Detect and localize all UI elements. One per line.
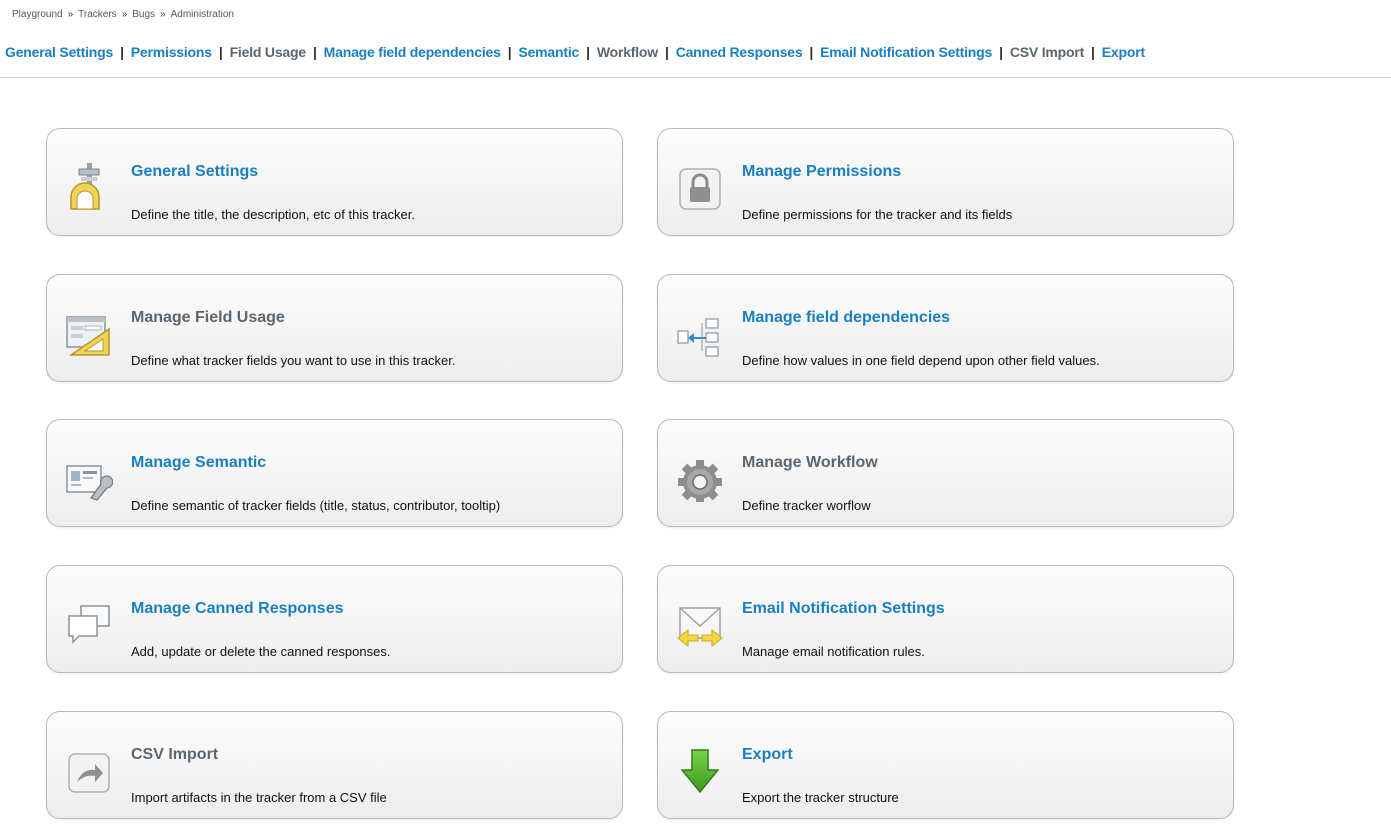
nav-field-usage[interactable]: Field Usage: [230, 44, 307, 60]
dependencies-icon: [676, 309, 724, 357]
card-description: Define how values in one field depend up…: [742, 353, 1100, 368]
card-title[interactable]: CSV Import: [131, 746, 218, 764]
card-manage-workflow[interactable]: Manage Workflow Define tracker worflow: [657, 419, 1234, 527]
lock-icon: [676, 163, 724, 211]
form-ruler-icon: [65, 309, 113, 357]
card-title[interactable]: Manage Field Usage: [131, 309, 285, 327]
card-title[interactable]: General Settings: [131, 163, 258, 181]
nav-separator: |: [809, 44, 814, 60]
nav-separator: |: [120, 44, 124, 60]
breadcrumb-separator: »: [160, 9, 166, 20]
card-manage-semantic[interactable]: Manage Semantic Define semantic of track…: [46, 419, 623, 527]
nav-export[interactable]: Export: [1102, 44, 1145, 60]
nav-workflow[interactable]: Workflow: [597, 44, 658, 60]
breadcrumb: Playground » Trackers » Bugs » Administration: [12, 9, 234, 20]
card-description: Define what tracker fields you want to u…: [131, 353, 456, 368]
nav-manage-field-dependencies[interactable]: Manage field dependencies: [324, 44, 501, 60]
card-general-settings[interactable]: General Settings Define the title, the d…: [46, 128, 623, 236]
breadcrumb-item-trackers[interactable]: Trackers: [78, 9, 117, 20]
nav-separator: |: [999, 44, 1003, 60]
card-description: Add, update or delete the canned respons…: [131, 644, 391, 659]
card-manage-field-dependencies[interactable]: Manage field dependencies Define how val…: [657, 274, 1234, 382]
nav-canned-responses[interactable]: Canned Responses: [676, 44, 803, 60]
breadcrumb-separator: »: [67, 9, 74, 20]
card-description: Define permissions for the tracker and i…: [742, 207, 1013, 222]
import-arrow-icon: [65, 746, 113, 794]
card-title[interactable]: Manage field dependencies: [742, 309, 950, 327]
nav-separator: |: [586, 44, 590, 60]
card-description: Import artifacts in the tracker from a C…: [131, 790, 387, 805]
nav-csv-import[interactable]: CSV Import: [1010, 44, 1084, 60]
card-email-notification-settings[interactable]: Email Notification Settings Manage email…: [657, 565, 1234, 673]
card-description: Define the title, the description, etc o…: [131, 207, 415, 222]
id-card-wrench-icon: [65, 454, 114, 502]
nav-separator: |: [664, 44, 669, 60]
breadcrumb-separator: »: [121, 9, 128, 20]
envelope-arrows-icon: [676, 600, 724, 648]
card-manage-canned-responses[interactable]: Manage Canned Responses Add, update or d…: [46, 565, 623, 673]
card-title[interactable]: Email Notification Settings: [742, 600, 945, 618]
speech-bubbles-icon: [65, 600, 113, 648]
card-description: Define semantic of tracker fields (title…: [131, 498, 501, 513]
nav-general-settings[interactable]: General Settings: [5, 44, 113, 60]
nav-semantic[interactable]: Semantic: [518, 44, 579, 60]
card-manage-field-usage[interactable]: Manage Field Usage Define what tracker f…: [46, 274, 623, 382]
card-title[interactable]: Export: [742, 746, 793, 764]
green-down-arrow-icon: [676, 746, 724, 794]
card-description: Export the tracker structure: [742, 790, 899, 805]
card-title[interactable]: Manage Semantic: [131, 454, 266, 472]
nav-separator: |: [507, 44, 512, 60]
card-title[interactable]: Manage Canned Responses: [131, 600, 344, 618]
nav-separator: |: [218, 44, 223, 60]
card-description: Manage email notification rules.: [742, 644, 925, 659]
card-description: Define tracker worflow: [742, 498, 871, 513]
card-export[interactable]: Export Export the tracker structure: [657, 711, 1234, 819]
nav-separator: |: [1091, 44, 1095, 60]
breadcrumb-item-administration[interactable]: Administration: [171, 9, 234, 20]
card-manage-permissions[interactable]: Manage Permissions Define permissions fo…: [657, 128, 1234, 236]
breadcrumb-item-playground[interactable]: Playground: [12, 9, 63, 20]
nav-email-notification-settings[interactable]: Email Notification Settings: [820, 44, 992, 60]
card-title[interactable]: Manage Permissions: [742, 163, 901, 181]
card-title[interactable]: Manage Workflow: [742, 454, 878, 472]
nav-permissions[interactable]: Permissions: [131, 44, 212, 60]
gear-icon: [676, 454, 724, 504]
breadcrumb-item-bugs[interactable]: Bugs: [132, 9, 155, 20]
calipers-ruler-icon: [65, 163, 113, 211]
card-csv-import[interactable]: CSV Import Import artifacts in the track…: [46, 711, 623, 819]
nav-divider: [0, 77, 1391, 78]
nav-separator: |: [312, 44, 317, 60]
admin-nav: General Settings | Permissions | Field Usage…: [5, 44, 1145, 60]
